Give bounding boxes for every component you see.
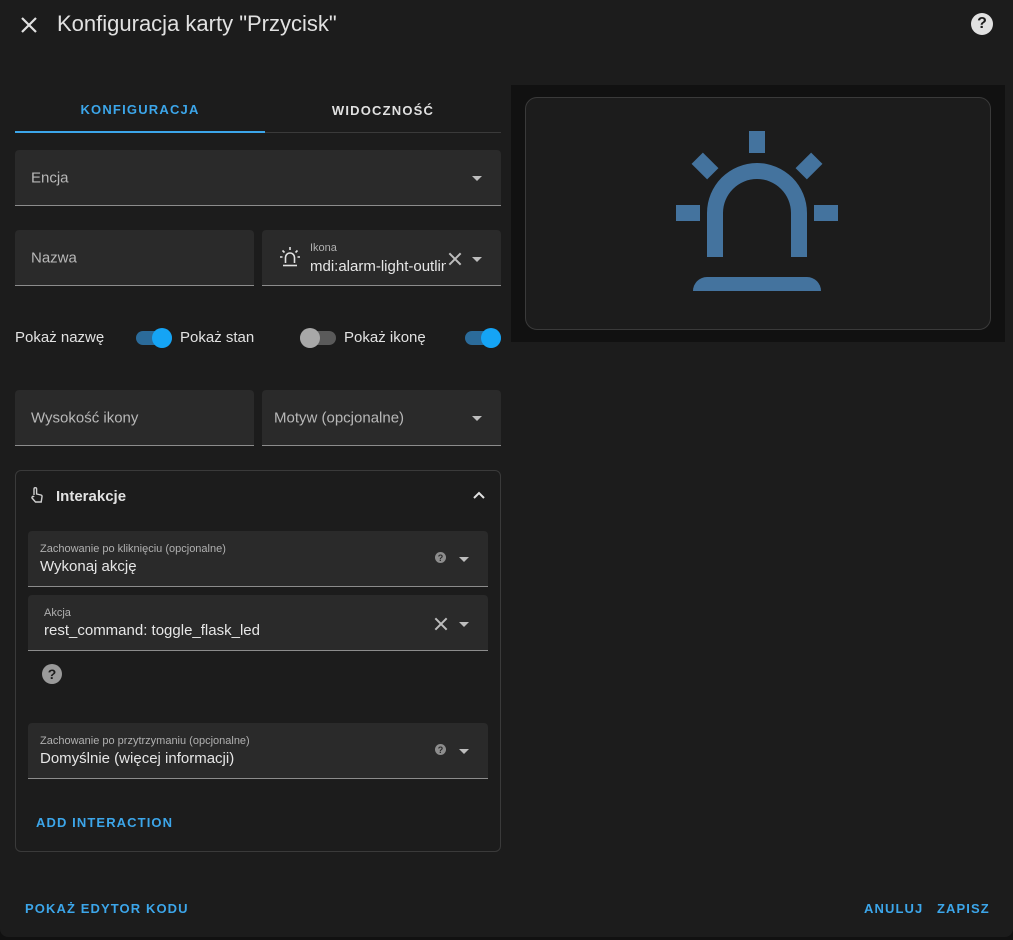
clear-icon[interactable] <box>448 252 462 266</box>
show-state-label: Pokaż stan <box>180 329 255 346</box>
chevron-down-icon <box>459 749 469 754</box>
tap-action-value: Wykonaj akcję <box>40 558 137 575</box>
show-icon-label: Pokaż ikonę <box>344 329 426 346</box>
dialog-title: Konfiguracja karty "Przycisk" <box>57 11 337 36</box>
help-icon[interactable]: ? <box>435 744 446 755</box>
button-card-preview[interactable] <box>525 97 991 330</box>
interactions-title: Interakcje <box>56 488 127 505</box>
tab-bar: KONFIGURACJA WIDOCZNOŚĆ <box>15 88 501 133</box>
help-icon[interactable]: ? <box>435 552 446 563</box>
chevron-down-icon <box>472 416 482 421</box>
chevron-up-icon[interactable] <box>472 490 486 500</box>
clear-icon[interactable] <box>434 617 448 631</box>
theme-select[interactable]: Motyw (opcjonalne) <box>262 390 501 446</box>
show-code-editor-button[interactable]: POKAŻ EDYTOR KODU <box>25 901 189 916</box>
tap-action-select[interactable]: Zachowanie po kliknięciu (opcjonalne) Wy… <box>28 531 488 587</box>
chevron-down-icon <box>459 622 469 627</box>
action-help-icon[interactable]: ? <box>42 664 62 684</box>
name-label: Nazwa <box>31 249 77 266</box>
hold-action-value: Domyślnie (więcej informacji) <box>40 750 235 767</box>
show-icon-toggle[interactable] <box>465 328 501 348</box>
hold-action-select[interactable]: Zachowanie po przytrzymaniu (opcjonalne)… <box>28 723 488 779</box>
add-interaction-button[interactable]: ADD INTERACTION <box>36 815 173 830</box>
close-icon <box>21 17 37 33</box>
alarm-light-outline-icon <box>280 247 300 267</box>
icon-value: mdi:alarm-light-outline <box>310 258 446 275</box>
hold-action-label: Zachowanie po przytrzymaniu (opcjonalne) <box>40 735 250 747</box>
cancel-button[interactable]: ANULUJ <box>864 901 923 916</box>
action-select[interactable]: Akcja rest_command: toggle_flask_led <box>28 595 488 651</box>
interactions-panel: Interakcje Zachowanie po kliknięciu (opc… <box>15 470 501 852</box>
tab-configuration[interactable]: KONFIGURACJA <box>15 88 265 133</box>
close-button[interactable] <box>14 10 44 40</box>
action-value: rest_command: toggle_flask_led <box>44 622 260 639</box>
dialog-header: Konfiguracja karty "Przycisk" ? <box>0 0 1013 50</box>
tap-action-label: Zachowanie po kliknięciu (opcjonalne) <box>40 543 226 555</box>
tab-visibility[interactable]: WIDOCZNOŚĆ <box>265 88 501 133</box>
icon-height-field[interactable]: Wysokość ikony <box>15 390 254 446</box>
gesture-tap-icon <box>31 487 43 503</box>
name-field[interactable]: Nazwa <box>15 230 254 286</box>
alarm-light-outline-icon <box>676 130 838 291</box>
icon-picker[interactable]: Ikona mdi:alarm-light-outline <box>262 230 501 286</box>
chevron-down-icon <box>472 176 482 181</box>
show-state-toggle[interactable] <box>300 328 336 348</box>
chevron-down-icon <box>472 257 482 262</box>
help-icon[interactable]: ? <box>971 13 993 35</box>
save-button[interactable]: ZAPISZ <box>937 901 990 916</box>
show-name-label: Pokaż nazwę <box>15 329 105 346</box>
chevron-down-icon <box>459 557 469 562</box>
icon-height-label: Wysokość ikony <box>31 409 139 426</box>
entity-select[interactable]: Encja <box>15 150 501 206</box>
icon-label: Ikona <box>310 242 337 254</box>
theme-label: Motyw (opcjonalne) <box>274 409 405 426</box>
show-name-toggle[interactable] <box>136 328 172 348</box>
card-config-dialog: Konfiguracja karty "Przycisk" ? KONFIGUR… <box>0 0 1013 937</box>
entity-label: Encja <box>31 169 69 186</box>
action-label: Akcja <box>44 607 71 619</box>
